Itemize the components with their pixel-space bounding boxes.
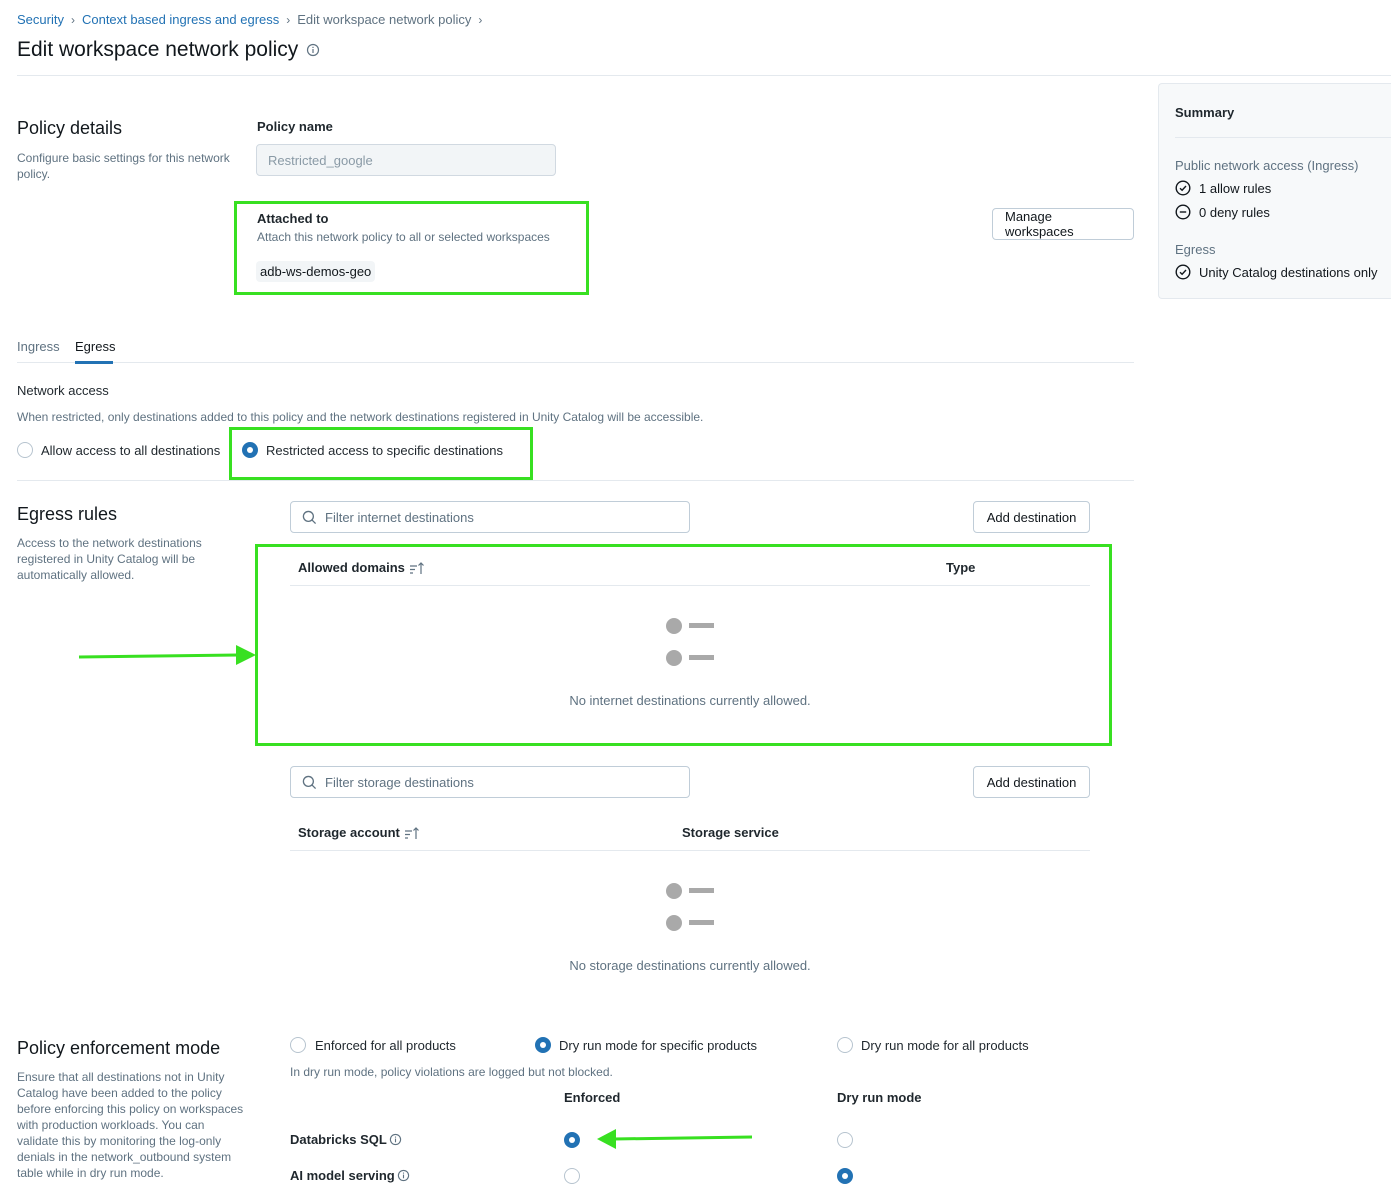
filter-internet-placeholder: Filter internet destinations <box>325 509 474 525</box>
add-storage-destination-button[interactable]: Add destination <box>973 766 1090 798</box>
storage-service-column-header: Storage service <box>682 825 779 840</box>
storage-empty-state-text: No storage destinations currently allowe… <box>569 958 811 973</box>
page-title: Edit workspace network policy <box>17 38 299 61</box>
restricted-access-radio[interactable] <box>242 442 258 458</box>
header-divider <box>17 75 1391 76</box>
storage-table-header-divider <box>290 850 1090 851</box>
check-circle-icon <box>1175 264 1191 280</box>
tabs-divider <box>17 362 1134 363</box>
allowed-domains-column-header[interactable]: Allowed domains <box>298 560 425 575</box>
allow-all-destinations-radio[interactable] <box>17 442 33 458</box>
info-icon[interactable] <box>389 1133 402 1146</box>
summary-panel: Summary Public network access (Ingress) … <box>1158 83 1391 299</box>
restricted-access-label[interactable]: Restricted access to specific destinatio… <box>266 443 503 458</box>
enforcement-description: Ensure that all destinations not in Unit… <box>17 1070 244 1180</box>
info-icon[interactable] <box>306 43 320 57</box>
egress-rules-description: Access to the network destinations regis… <box>17 536 202 582</box>
network-access-description: When restricted, only destinations added… <box>17 410 704 424</box>
summary-egress-value: Unity Catalog destinations only <box>1175 264 1378 280</box>
sort-icon[interactable] <box>404 826 420 840</box>
storage-empty-state-icon <box>666 883 716 931</box>
databricks-sql-dry-run-radio[interactable] <box>837 1132 853 1148</box>
breadcrumb-context-ingress-egress[interactable]: Context based ingress and egress <box>82 12 279 27</box>
enforcement-title: Policy enforcement mode <box>17 1038 221 1058</box>
attached-to-label: Attached to <box>257 211 329 226</box>
filter-internet-destinations-input[interactable]: Filter internet destinations <box>290 501 690 533</box>
breadcrumb-chevron-icon: › <box>478 12 483 27</box>
enforced-column-header: Enforced <box>564 1090 621 1105</box>
ai-model-serving-dry-run-radio[interactable] <box>837 1168 853 1184</box>
info-icon[interactable] <box>397 1169 410 1182</box>
annotation-arrow-left-icon <box>597 1129 753 1149</box>
storage-account-column-header[interactable]: Storage account <box>298 825 420 840</box>
breadcrumb-chevron-icon: › <box>70 12 75 27</box>
storage-account-header-text: Storage account <box>298 825 400 840</box>
policy-name-input[interactable]: Restricted_google <box>256 144 556 176</box>
enforced-all-products-label[interactable]: Enforced for all products <box>315 1038 456 1053</box>
policy-details-title: Policy details <box>17 118 123 138</box>
internet-table-header-divider <box>290 585 1090 586</box>
summary-deny-rules: 0 deny rules <box>1175 204 1270 220</box>
breadcrumb-security[interactable]: Security <box>17 12 64 27</box>
sort-icon[interactable] <box>409 561 425 575</box>
manage-workspaces-button[interactable]: Manage workspaces <box>992 208 1134 240</box>
annotation-arrow-right-icon <box>78 645 256 665</box>
allow-all-destinations-label[interactable]: Allow access to all destinations <box>41 443 220 458</box>
filter-storage-placeholder: Filter storage destinations <box>325 774 474 790</box>
network-access-divider <box>17 480 1134 481</box>
dry-run-specific-products-label[interactable]: Dry run mode for specific products <box>559 1038 757 1053</box>
summary-egress-title: Egress <box>1175 242 1216 257</box>
search-icon <box>302 775 317 789</box>
attached-to-description: Attach this network policy to all or sel… <box>257 230 550 244</box>
policy-details-description: Configure basic settings for this networ… <box>17 151 230 181</box>
product-databricks-sql: Databricks SQL <box>290 1132 402 1147</box>
summary-title: Summary <box>1175 105 1235 120</box>
network-access-label: Network access <box>17 383 109 398</box>
breadcrumb-chevron-icon: › <box>286 12 291 27</box>
summary-egress-value-text: Unity Catalog destinations only <box>1199 264 1378 280</box>
add-internet-destination-button[interactable]: Add destination <box>973 501 1090 533</box>
dry-run-column-header: Dry run mode <box>837 1090 922 1105</box>
type-column-header: Type <box>946 560 976 575</box>
breadcrumb-current: Edit workspace network policy <box>297 12 472 27</box>
policy-name-label: Policy name <box>257 119 333 134</box>
internet-empty-state-text: No internet destinations currently allow… <box>569 693 811 708</box>
enforced-all-products-radio[interactable] <box>290 1037 306 1053</box>
databricks-sql-enforced-radio[interactable] <box>564 1132 580 1148</box>
dry-run-all-products-radio[interactable] <box>837 1037 853 1053</box>
summary-deny-rules-text: 0 deny rules <box>1199 204 1270 220</box>
workspace-chip[interactable]: adb-ws-demos-geo <box>256 261 376 282</box>
egress-rules-title: Egress rules <box>17 504 118 524</box>
breadcrumb: Security › Context based ingress and egr… <box>17 12 489 27</box>
allowed-domains-header-text: Allowed domains <box>298 560 405 575</box>
product-ai-model-serving: AI model serving <box>290 1168 410 1183</box>
tab-egress-underline <box>75 361 113 364</box>
minus-circle-icon <box>1175 204 1191 220</box>
enforcement-note: In dry run mode, policy violations are l… <box>290 1065 613 1079</box>
tab-egress[interactable]: Egress <box>75 339 115 354</box>
dry-run-all-products-label[interactable]: Dry run mode for all products <box>861 1038 1029 1053</box>
dry-run-specific-products-radio[interactable] <box>535 1037 551 1053</box>
product-ai-model-serving-label: AI model serving <box>290 1168 395 1183</box>
product-databricks-sql-label: Databricks SQL <box>290 1132 387 1147</box>
summary-ingress-title: Public network access (Ingress) <box>1175 158 1359 173</box>
filter-storage-destinations-input[interactable]: Filter storage destinations <box>290 766 690 798</box>
tab-ingress[interactable]: Ingress <box>17 339 60 354</box>
page-title-row: Edit workspace network policy <box>17 38 320 62</box>
check-circle-icon <box>1175 180 1191 196</box>
summary-allow-rules-text: 1 allow rules <box>1199 180 1272 196</box>
policy-name-value: Restricted_google <box>268 152 373 168</box>
summary-allow-rules: 1 allow rules <box>1175 180 1271 196</box>
search-icon <box>302 510 317 524</box>
ai-model-serving-enforced-radio[interactable] <box>564 1168 580 1184</box>
internet-empty-state-icon <box>666 618 716 666</box>
summary-divider <box>1175 137 1391 138</box>
